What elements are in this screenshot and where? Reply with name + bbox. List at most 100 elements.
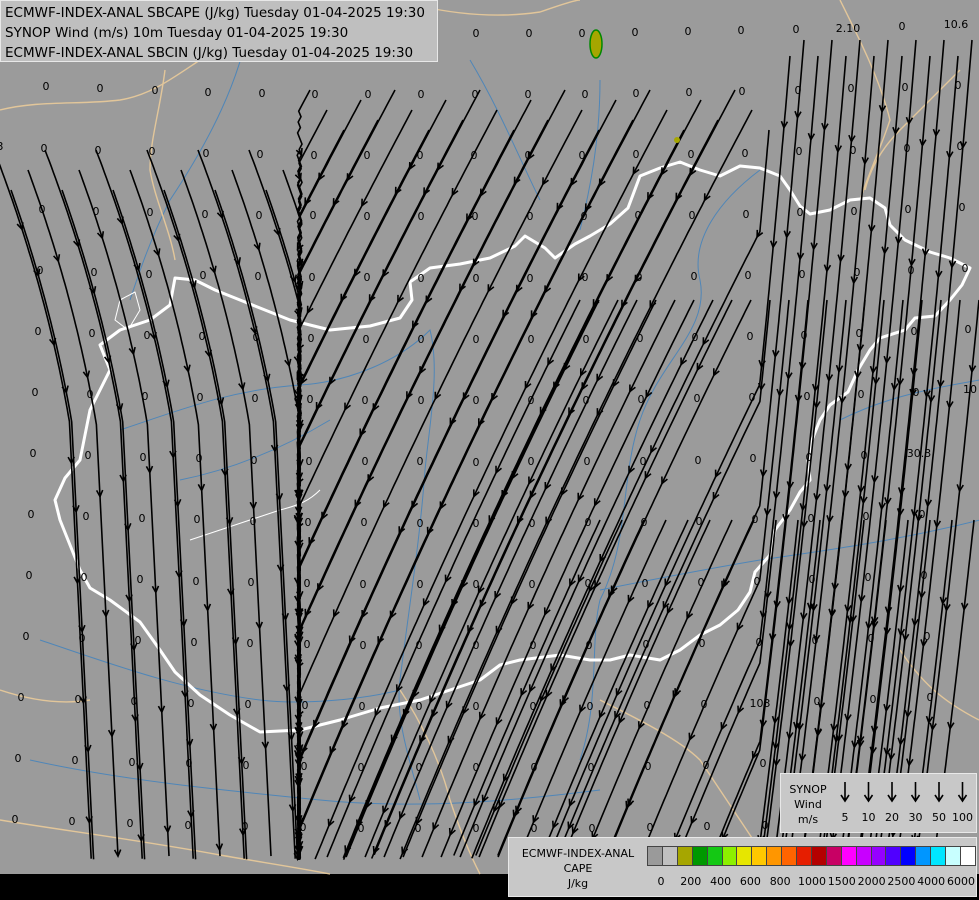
cin-label: 0 <box>692 331 699 344</box>
cin-label: 10.6 <box>944 18 969 31</box>
cin-label: 0 <box>581 210 588 223</box>
cin-label: 0 <box>686 86 693 99</box>
cin-label: 0 <box>364 149 371 162</box>
cin-label: 0 <box>858 388 865 401</box>
cin-label: 0 <box>861 449 868 462</box>
cin-label: 0 <box>473 700 480 713</box>
cin-label: 0 <box>473 333 480 346</box>
weather-map: 0 0 0 0 0 0 0 0 0 0 0 0 0 0 0 0 0 0 0 0 0 0 0 0 0 0 0 0 0 0 0 0 0 0 0 0 0 0 0 0… <box>0 0 979 900</box>
cin-label: 0 <box>364 271 371 284</box>
cin-label: 0 <box>188 697 195 710</box>
cin-label: 0 <box>302 699 309 712</box>
cin-label: 0 <box>698 576 705 589</box>
cape-tick-label: 400 <box>710 875 732 888</box>
cin-label: 0 <box>640 455 647 468</box>
cin-label: 0 <box>26 569 33 582</box>
synop-wind-legend: SYNOP Wind m/s 5 10 20 30 50 100 <box>780 773 977 833</box>
cin-label: 0 <box>310 209 317 222</box>
synop-legend-arrow <box>957 782 968 803</box>
synop-legend-speed: 20 <box>885 811 899 824</box>
cape-color-swatch <box>959 846 976 866</box>
cin-label: 0 <box>471 149 478 162</box>
cin-label: 0 <box>691 270 698 283</box>
cape-tick-label: 2000 <box>857 875 886 888</box>
cin-label: 0 <box>129 756 136 769</box>
cin-label: 0 <box>259 87 266 100</box>
cin-label: 0 <box>750 452 757 465</box>
cin-label: 0 <box>197 391 204 404</box>
cin-label: 0 <box>473 761 480 774</box>
cin-label: 0 <box>927 691 934 704</box>
cape-color-swatch <box>900 846 917 866</box>
cin-label: 0 <box>473 578 480 591</box>
cape-tick-label: 2500 <box>887 875 916 888</box>
cape-color-swatch <box>825 846 842 866</box>
cape-color-swatch <box>691 846 708 866</box>
cin-label: 0 <box>142 390 149 403</box>
cin-label: 0 <box>863 510 870 523</box>
cin-label: 0 <box>75 693 82 706</box>
cape-tick-label: 600 <box>739 875 761 888</box>
cin-label: 0 <box>149 145 156 158</box>
cin-label: 0 <box>248 576 255 589</box>
cin-label: 0 <box>806 451 813 464</box>
cin-label: 0 <box>584 455 591 468</box>
cin-label: 0 <box>531 822 538 835</box>
cin-label: 0 <box>745 269 752 282</box>
cin-label: 0 <box>144 329 151 342</box>
cin-label: 0 <box>643 638 650 651</box>
cape-tick-label: 4000 <box>917 875 946 888</box>
cin-label: 0 <box>796 145 803 158</box>
synop-legend-arrow <box>863 782 874 803</box>
synop-legend-arrows: 5 10 20 30 50 100 <box>840 782 973 824</box>
cin-label: 0 <box>416 700 423 713</box>
cin-label: 0 <box>304 638 311 651</box>
cin-label: 0 <box>529 517 536 530</box>
cin-label: 0 <box>300 821 307 834</box>
cin-label: 0 <box>91 266 98 279</box>
cin-label: 0 <box>363 333 370 346</box>
cin-label: 0 <box>704 820 711 833</box>
cin-label: 0 <box>417 517 424 530</box>
cin-label: 0 <box>186 757 193 770</box>
cin-label: 0 <box>137 573 144 586</box>
cin-label: 0 <box>417 149 424 162</box>
cin-label: 0 <box>645 760 652 773</box>
cin-label: 0 <box>588 761 595 774</box>
cin-label: 0 <box>251 454 258 467</box>
cin-label: 0 <box>696 515 703 528</box>
cin-label: 0 <box>41 142 48 155</box>
synop-legend-speed: 50 <box>932 811 946 824</box>
cape-color-swatch <box>930 846 947 866</box>
cin-label: 0 <box>701 698 708 711</box>
cin-label: 0 <box>415 822 422 835</box>
cape-color-swatch <box>796 846 812 866</box>
cin-label: 0 <box>808 512 815 525</box>
cape-tick-label: 0 <box>657 875 665 888</box>
cin-label: 0 <box>739 85 746 98</box>
cin-label: 0 <box>583 333 590 346</box>
synop-legend-arrow <box>910 782 921 803</box>
title-line-wind: SYNOP Wind (m/s) 10m Tuesday 01-04-2025 … <box>5 25 349 41</box>
cin-label: 0 <box>856 327 863 340</box>
cin-label: 0 <box>632 26 639 39</box>
cin-label: 0 <box>528 455 535 468</box>
cin-label: 0 <box>583 394 590 407</box>
cin-label: 0 <box>795 84 802 97</box>
cin-label: 0 <box>641 516 648 529</box>
cin-label: 0 <box>416 761 423 774</box>
cin-label: 0 <box>527 272 534 285</box>
cin-label: 0 <box>358 822 365 835</box>
cin-label: 0 <box>814 695 821 708</box>
cin-label: 0 <box>257 148 264 161</box>
cin-label: 0 <box>416 639 423 652</box>
cin-label: 0 <box>193 575 200 588</box>
cin-label: 0 <box>525 88 532 101</box>
cin-label: 0 <box>921 569 928 582</box>
cin-label: 2.10 <box>836 22 861 35</box>
cin-label: 0 <box>804 390 811 403</box>
cin-label: 0 <box>417 578 424 591</box>
cin-label: 103 <box>750 697 771 710</box>
cape-legend-line3: J/kg <box>567 877 589 890</box>
cin-label: 3 <box>0 140 4 153</box>
